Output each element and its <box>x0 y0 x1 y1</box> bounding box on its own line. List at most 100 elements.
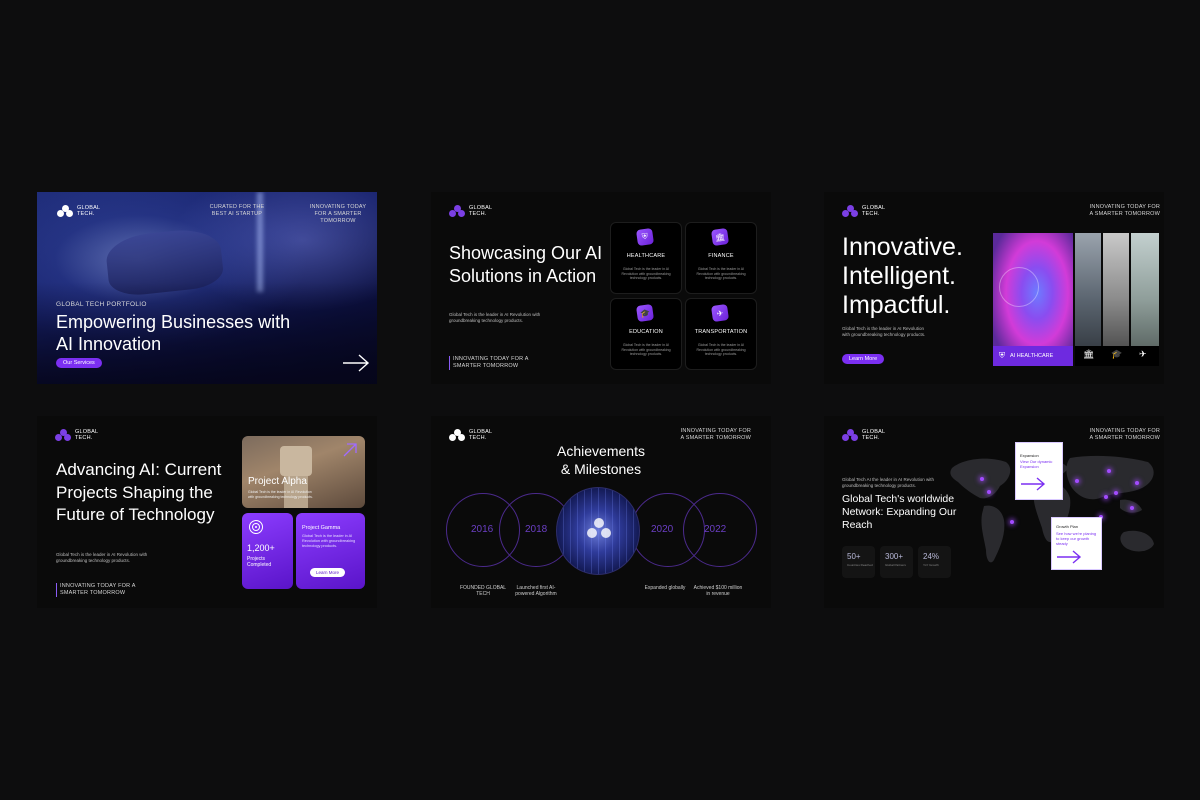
year-label: 2018 <box>525 524 548 535</box>
gamma-learn-more-button[interactable]: Learn More <box>310 568 346 577</box>
card-desc: See how we're planing to keep our growth… <box>1056 531 1097 546</box>
solutions-body: Global Tech is the leader in AI Revoluti… <box>449 312 541 323</box>
milestone-text: Achieved $100 million in revenue <box>693 585 743 597</box>
stat-card: 1,200+ Projects Completed <box>242 513 293 589</box>
milestone-text: Launched first AI-powered Algorithm <box>515 585 557 597</box>
project-alpha-card[interactable]: Project Alpha Global Tech is the leader … <box>242 436 365 508</box>
arrow-right-icon[interactable] <box>341 353 371 378</box>
learn-more-button[interactable]: Learn More <box>842 354 885 364</box>
stat-value: 50+ <box>847 552 861 561</box>
graduation-cap-icon[interactable]: 🎓 <box>1111 349 1122 360</box>
year-label: 2022 <box>704 524 727 535</box>
robot-shape <box>280 446 312 476</box>
datacenter-photo <box>556 487 640 575</box>
brand-name: GLOBAL TECH. <box>77 205 101 217</box>
brand-logo: GLOBAL TECH. <box>842 429 890 441</box>
arrow-up-right-icon[interactable] <box>342 442 358 463</box>
project-gamma-card[interactable]: Project Gamma Global Tech is the leader … <box>296 513 365 589</box>
stat-value: 24% <box>923 552 940 561</box>
graduation-cap-icon: 🎓 <box>635 303 655 323</box>
card-education[interactable]: 🎓 EDUCATION Global Tech is the leader in… <box>610 298 682 370</box>
tagline: INNOVATING TODAY FOR A SMARTER TOMORROW <box>449 356 529 370</box>
tagline: INNOVATING TODAY FOR A SMARTER TOMORROW <box>1089 204 1160 217</box>
curated-tag: CURATED FOR THE BEST AI STARTUP <box>209 204 265 217</box>
card-title: FINANCE <box>708 253 734 259</box>
badge-label: AI HEALTHCARE <box>1010 353 1054 359</box>
stat-label: YoY Growth <box>923 563 939 567</box>
shield-icon: ⛨ <box>635 227 655 247</box>
map-dot <box>1135 481 1139 485</box>
arrow-right-icon[interactable] <box>1020 477 1046 496</box>
card-desc: View Our dynamic Expansion <box>1020 459 1053 469</box>
card-transportation[interactable]: ✈ TRANSPORTATION Global Tech is the lead… <box>685 298 757 370</box>
milestones-title: Achievements & Milestones <box>431 442 771 478</box>
map-dot <box>1114 491 1118 495</box>
tagline: INNOVATING TODAY FOR A SMARTER TOMORROW <box>680 428 751 441</box>
portfolio-kicker: GLOBAL TECH PORTFOLIO <box>56 301 147 308</box>
photo-detail <box>999 267 1039 307</box>
slide-milestones[interactable]: GLOBAL TECH. INNOVATING TODAY FOR A SMAR… <box>431 416 771 608</box>
slide-innovative[interactable]: GLOBAL TECH. INNOVATING TODAY FOR A SMAR… <box>824 192 1164 384</box>
card-title: TRANSPORTATION <box>694 329 748 335</box>
target-icon <box>248 519 264 540</box>
brand-logo: GLOBAL TECH. <box>57 205 105 217</box>
brand-logo: GLOBAL TECH. <box>842 205 890 217</box>
card-desc: Global Tech is the leader in AI Revoluti… <box>621 267 671 280</box>
card-healthcare[interactable]: ⛨ HEALTHCARE Global Tech is the leader i… <box>610 222 682 294</box>
slide-projects[interactable]: GLOBAL TECH. Advancing AI: Current Proje… <box>37 416 377 608</box>
title-line-1: Innovative. <box>842 233 963 261</box>
growth-plan-card[interactable]: Growth Plan See how we're planing to kee… <box>1051 517 1102 570</box>
year-label: 2016 <box>471 524 494 535</box>
brand-logo: GLOBAL TECH. <box>449 429 497 441</box>
map-dot <box>1010 520 1014 524</box>
brand-name: GLOBAL TECH. <box>75 429 99 441</box>
map-dot <box>1075 479 1079 483</box>
our-services-button[interactable]: Our Services <box>56 358 102 368</box>
brand-name: GLOBAL TECH. <box>862 429 886 441</box>
bank-icon: 🏛 <box>710 227 730 247</box>
alpha-title: Project Alpha <box>248 476 307 487</box>
stat-value: 300+ <box>885 552 904 561</box>
ai-healthcare-badge[interactable]: ⛨ AI HEALTHCARE <box>993 346 1073 366</box>
tagline: INNOVATING TODAY FOR A SMARTER TOMORROW <box>309 204 367 224</box>
stat-growth: 24% YoY Growth <box>918 546 951 578</box>
solutions-title: Showcasing Our AI Solutions in Action <box>449 243 603 286</box>
card-title: Growth Plan <box>1056 524 1079 529</box>
arrow-right-icon[interactable] <box>1056 550 1082 569</box>
network-body: Global Tech AI the leader in AI Revoluti… <box>842 477 934 488</box>
stat-partners: 300+ Global Partners <box>880 546 913 578</box>
card-finance[interactable]: 🏛 FINANCE Global Tech is the leader in A… <box>685 222 757 294</box>
projects-title: Advancing AI: Current Projects Shaping t… <box>56 460 222 524</box>
logo-mark-icon <box>57 205 73 217</box>
projects-body: Global Tech is the leader in AI Revoluti… <box>56 552 148 563</box>
bank-icon[interactable]: 🏛 <box>1083 349 1094 360</box>
airplane-icon[interactable]: ✈ <box>1139 349 1147 360</box>
title-line-3: Impactful. <box>842 291 951 319</box>
slide-solutions[interactable]: GLOBAL TECH. Showcasing Our AI Solutions… <box>431 192 771 384</box>
cover-title: Empowering Businesses with AI Innovation <box>56 312 291 354</box>
brand-logo: GLOBAL TECH. <box>55 429 103 441</box>
slide-cover[interactable]: GLOBAL TECH. CURATED FOR THE BEST AI STA… <box>37 192 377 384</box>
innovative-body: Global Tech is the leader in AI Revoluti… <box>842 326 926 337</box>
milestone-text: Expanded globally <box>644 585 686 591</box>
airplane-icon: ✈ <box>710 303 730 323</box>
map-dot <box>980 477 984 481</box>
logo-mark-icon <box>587 518 611 540</box>
map-dot <box>1107 469 1111 473</box>
map-dot <box>1104 495 1108 499</box>
year-label: 2020 <box>651 524 674 535</box>
tagline: INNOVATING TODAY FOR A SMARTER TOMORROW <box>56 583 136 597</box>
logo-mark-icon <box>55 429 71 441</box>
alpha-desc: Global Tech is the leader in AI Revoluti… <box>248 490 313 499</box>
brand-name: GLOBAL TECH. <box>469 205 493 217</box>
stat-label: Projects Completed <box>247 556 272 568</box>
brand-logo: GLOBAL TECH. <box>449 205 497 217</box>
gamma-desc: Global Tech is the leader in AI Revoluti… <box>302 534 356 548</box>
slide-network[interactable]: GLOBAL TECH. INNOVATING TODAY FOR A SMAR… <box>824 416 1164 608</box>
logo-mark-icon <box>842 205 858 217</box>
card-title: Expansion <box>1020 453 1039 458</box>
gamma-title: Project Gamma <box>302 525 341 531</box>
map-dot <box>1130 506 1134 510</box>
expansion-card[interactable]: Expansion View Our dynamic Expansion <box>1015 442 1063 500</box>
stat-label: Countries Reached <box>847 563 873 567</box>
